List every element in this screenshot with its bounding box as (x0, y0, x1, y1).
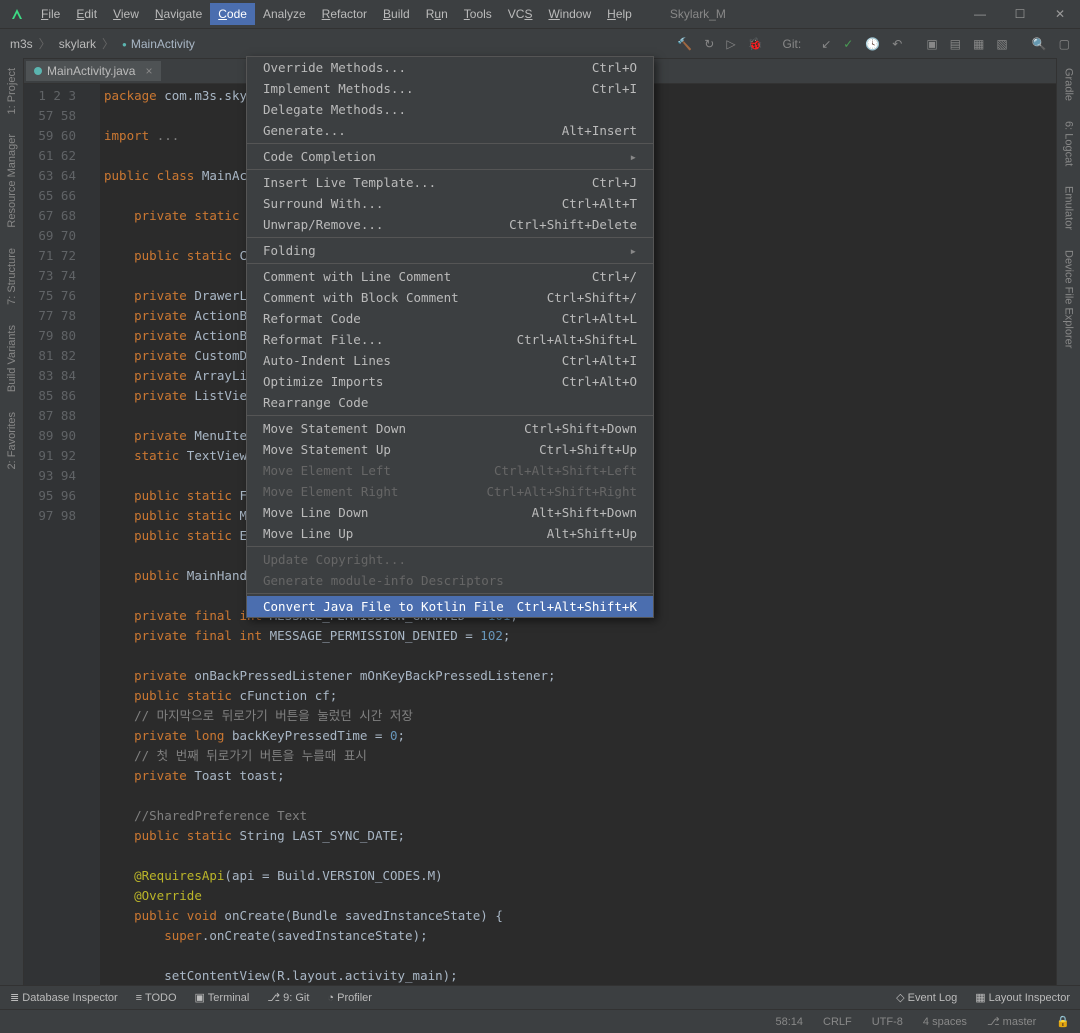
breadcrumb[interactable]: skylark (59, 35, 114, 52)
menu-item[interactable]: Code Completion▸ (247, 146, 653, 167)
menu-item: Generate module-info Descriptors (247, 570, 653, 591)
left-tab[interactable]: 2: Favorites (6, 412, 18, 469)
sync-icon[interactable]: ↻ (704, 37, 714, 51)
menu-item[interactable]: Delegate Methods... (247, 99, 653, 120)
editor-tab[interactable]: MainActivity.java × (26, 61, 161, 81)
tool-event-log[interactable]: ◇ Event Log (896, 991, 957, 1004)
git-branch[interactable]: ⎇ master (987, 1015, 1036, 1028)
menu-vcs[interactable]: VCS (500, 3, 541, 25)
right-tab[interactable]: Gradle (1063, 68, 1075, 101)
android-studio-icon (4, 2, 29, 27)
fold-column (84, 84, 100, 985)
layout-icon[interactable]: ▧ (996, 37, 1007, 51)
close-icon[interactable]: × (145, 64, 152, 78)
close-icon[interactable]: ✕ (1040, 7, 1080, 21)
left-tool-strip: 1: Project Resource Manager 7: Structure Bu… (0, 58, 24, 985)
right-tab[interactable]: Device File Explorer (1063, 250, 1075, 348)
tool-layout-inspector[interactable]: ▦ Layout Inspector (975, 991, 1070, 1004)
menu-item[interactable]: Move Line UpAlt+Shift+Up (247, 523, 653, 544)
tool-window-bar: ≣ Database Inspector ≡ TODO ▣ Terminal ⎇… (0, 985, 1080, 1009)
menu-item[interactable]: Comment with Block CommentCtrl+Shift+/ (247, 287, 653, 308)
tool-todo[interactable]: ≡ TODO (136, 992, 177, 1004)
menubar: FileEditViewNavigateCodeAnalyzeRefactorB… (33, 3, 640, 25)
left-tab[interactable]: 7: Structure (6, 248, 18, 305)
lock-icon[interactable]: 🔒 (1056, 1015, 1070, 1028)
menu-item: Move Element LeftCtrl+Alt+Shift+Left (247, 460, 653, 481)
menu-help[interactable]: Help (599, 3, 640, 25)
menu-item: Move Element RightCtrl+Alt+Shift+Right (247, 481, 653, 502)
git-update-icon[interactable]: ↙ (821, 37, 831, 51)
caret-position[interactable]: 58:14 (775, 1016, 803, 1028)
menu-item[interactable]: Override Methods...Ctrl+O (247, 57, 653, 78)
menu-item[interactable]: Unwrap/Remove...Ctrl+Shift+Delete (247, 214, 653, 235)
breadcrumb[interactable]: MainActivity (122, 37, 201, 51)
make-icon[interactable]: 🔨 (677, 37, 692, 51)
resource-icon[interactable]: ▦ (973, 37, 984, 51)
git-commit-icon[interactable]: ✓ (843, 37, 853, 51)
search-icon[interactable]: 🔍 (1032, 37, 1047, 51)
menu-item[interactable]: Surround With...Ctrl+Alt+T (247, 193, 653, 214)
menu-item[interactable]: Reformat File...Ctrl+Alt+Shift+L (247, 329, 653, 350)
navigation-bar: m3s skylark MainActivity 🔨 ↻ ▷ 🐞 Git: ↙ … (0, 28, 1080, 58)
menu-navigate[interactable]: Navigate (147, 3, 210, 25)
menu-view[interactable]: View (105, 3, 147, 25)
menu-item[interactable]: Move Line DownAlt+Shift+Down (247, 502, 653, 523)
encoding[interactable]: UTF-8 (872, 1016, 903, 1028)
menu-item[interactable]: Reformat CodeCtrl+Alt+L (247, 308, 653, 329)
menu-item[interactable]: Insert Live Template...Ctrl+J (247, 172, 653, 193)
menu-item[interactable]: Generate...Alt+Insert (247, 120, 653, 141)
left-tab[interactable]: Resource Manager (6, 134, 18, 228)
menu-item[interactable]: Implement Methods...Ctrl+I (247, 78, 653, 99)
menu-item[interactable]: Convert Java File to Kotlin FileCtrl+Alt… (247, 596, 653, 617)
right-tool-strip: Gradle 6: Logcat Emulator Device File Explo… (1056, 58, 1080, 985)
menu-item[interactable]: Rearrange Code (247, 392, 653, 413)
minimize-icon[interactable]: — (960, 7, 1000, 21)
sdk-icon[interactable]: ▤ (950, 37, 961, 51)
git-label: Git: (783, 37, 802, 51)
tool-db-inspector[interactable]: ≣ Database Inspector (10, 991, 118, 1004)
run-icon[interactable]: ▷ (726, 37, 735, 51)
debug-icon[interactable]: 🐞 (748, 37, 763, 51)
breadcrumb[interactable]: m3s (10, 35, 51, 52)
menu-refactor[interactable]: Refactor (314, 3, 375, 25)
git-revert-icon[interactable]: ↶ (892, 37, 902, 51)
right-tab[interactable]: 6: Logcat (1063, 121, 1075, 166)
menu-run[interactable]: Run (418, 3, 456, 25)
profile-icon[interactable]: ▢ (1059, 37, 1070, 51)
menu-item[interactable]: Move Statement DownCtrl+Shift+Down (247, 418, 653, 439)
tab-label: MainActivity.java (47, 64, 135, 78)
menu-file[interactable]: File (33, 3, 68, 25)
avd-icon[interactable]: ▣ (926, 37, 937, 51)
project-name: Skylark_M (670, 7, 726, 21)
menu-item[interactable]: Comment with Line CommentCtrl+/ (247, 266, 653, 287)
titlebar: FileEditViewNavigateCodeAnalyzeRefactorB… (0, 0, 1080, 28)
right-tab[interactable]: Emulator (1063, 186, 1075, 230)
indent[interactable]: 4 spaces (923, 1016, 967, 1028)
menu-item: Update Copyright... (247, 549, 653, 570)
menu-code[interactable]: Code (210, 3, 255, 25)
statusbar: 58:14 CRLF UTF-8 4 spaces ⎇ master 🔒 (0, 1009, 1080, 1033)
tool-git[interactable]: ⎇ 9: Git (267, 991, 309, 1004)
menu-item[interactable]: Folding▸ (247, 240, 653, 261)
menu-item[interactable]: Auto-Indent LinesCtrl+Alt+I (247, 350, 653, 371)
code-menu-dropdown: Override Methods...Ctrl+OImplement Metho… (246, 56, 654, 618)
menu-analyze[interactable]: Analyze (255, 3, 314, 25)
line-gutter: 1 2 3 57 58 59 60 61 62 63 64 65 66 67 6… (24, 84, 84, 985)
menu-window[interactable]: Window (540, 3, 599, 25)
git-history-icon[interactable]: 🕓 (865, 37, 880, 51)
left-tab[interactable]: Build Variants (6, 325, 18, 392)
class-icon (34, 67, 42, 75)
menu-tools[interactable]: Tools (456, 3, 500, 25)
menu-item[interactable]: Move Statement UpCtrl+Shift+Up (247, 439, 653, 460)
menu-build[interactable]: Build (375, 3, 418, 25)
line-sep[interactable]: CRLF (823, 1016, 852, 1028)
left-tab[interactable]: 1: Project (6, 68, 18, 114)
tool-profiler[interactable]: ◔ Profiler (327, 992, 372, 1004)
maximize-icon[interactable]: ☐ (1000, 7, 1040, 21)
menu-edit[interactable]: Edit (68, 3, 105, 25)
menu-item[interactable]: Optimize ImportsCtrl+Alt+O (247, 371, 653, 392)
tool-terminal[interactable]: ▣ Terminal (195, 991, 250, 1004)
